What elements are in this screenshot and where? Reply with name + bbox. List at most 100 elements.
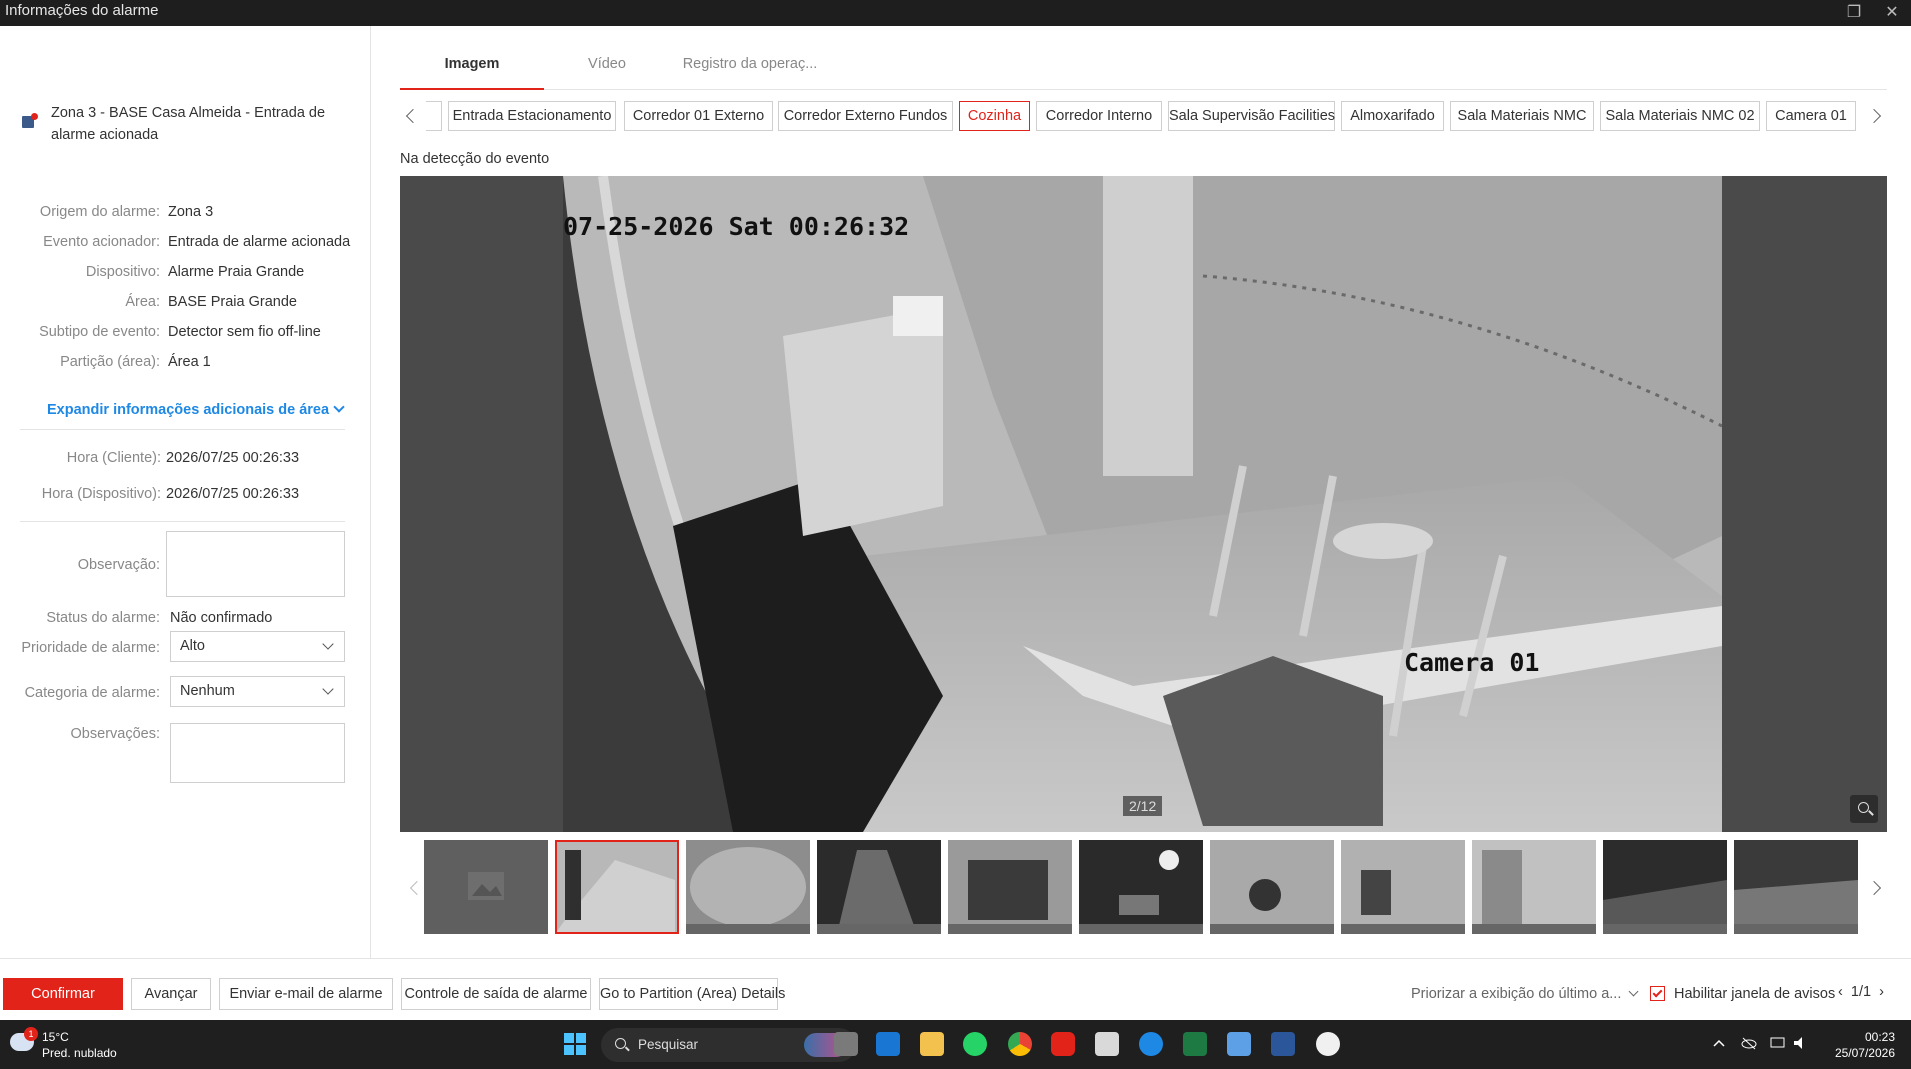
- camera-tab[interactable]: Almoxarifado: [1341, 101, 1444, 131]
- notepad-icon[interactable]: [1227, 1032, 1251, 1056]
- word-icon[interactable]: [1271, 1032, 1295, 1056]
- confirm-button[interactable]: Confirmar: [3, 978, 123, 1010]
- observacao-field[interactable]: [166, 531, 345, 597]
- divider: [20, 521, 345, 522]
- detail-row-evento: Evento acionador: Entrada de alarme acio…: [0, 231, 371, 253]
- enable-window-label: Habilitar janela de avisos: [1674, 986, 1836, 1002]
- image-counter: 2/12: [1123, 796, 1163, 816]
- chevron-up-icon[interactable]: [1711, 1036, 1727, 1050]
- observacao-label: Observação:: [77, 557, 160, 573]
- outlook-icon[interactable]: [876, 1032, 900, 1056]
- excel-icon[interactable]: [1183, 1032, 1207, 1056]
- chevron-right-icon: [1866, 880, 1882, 896]
- system-clock[interactable]: 00:23 25/07/2026: [1825, 1029, 1895, 1061]
- camera-tab-partial[interactable]: [426, 101, 442, 131]
- b-app-icon[interactable]: [1316, 1032, 1340, 1056]
- close-icon[interactable]: ✕: [1880, 2, 1904, 24]
- pager-next-icon[interactable]: ›: [1879, 984, 1884, 1000]
- task-view-icon[interactable]: [834, 1032, 858, 1056]
- camera-tab[interactable]: Corredor Interno: [1036, 101, 1162, 131]
- partition-details-button[interactable]: Go to Partition (Area) Details: [599, 978, 785, 1010]
- camera-tab[interactable]: Sala Supervisão Facilities: [1168, 101, 1335, 131]
- tab-imagem[interactable]: Imagem: [400, 56, 544, 72]
- camera-next-button[interactable]: [1866, 101, 1887, 131]
- chrome-icon[interactable]: [1008, 1032, 1032, 1056]
- enable-window-checkbox[interactable]: [1650, 986, 1665, 1001]
- kitchen-scene: [563, 176, 1722, 832]
- tab-registro[interactable]: Registro da operaç...: [680, 56, 820, 72]
- detail-value: Detector sem fio off-line: [168, 324, 321, 340]
- chevron-down-icon: [322, 683, 334, 695]
- send-email-button[interactable]: Enviar e-mail de alarme: [219, 978, 393, 1010]
- weather-widget[interactable]: 1 15°C Pred. nublado: [10, 1027, 160, 1063]
- camera-prev-button[interactable]: [400, 101, 421, 131]
- thumbnail[interactable]: [817, 840, 941, 934]
- osd-camera-name: Camera 01: [1404, 648, 1540, 677]
- camera-tab[interactable]: Camera 01: [1766, 101, 1856, 131]
- camera-snapshot: 07-25-2026 Sat 00:26:32 Camera 01: [563, 176, 1722, 832]
- thumb-prev-button[interactable]: [404, 873, 425, 903]
- taskbar-search[interactable]: Pesquisar: [601, 1028, 856, 1062]
- thumbnail[interactable]: [1734, 840, 1858, 934]
- file-explorer-icon[interactable]: [920, 1032, 944, 1056]
- thumbnail[interactable]: [948, 840, 1072, 934]
- app-settings-icon[interactable]: [1139, 1032, 1163, 1056]
- priority-label: Prioridade de alarme:: [21, 640, 160, 656]
- volume-icon[interactable]: [1792, 1036, 1808, 1050]
- weather-desc: Pred. nublado: [42, 1046, 117, 1060]
- camera-tab[interactable]: Sala Materiais NMC: [1450, 101, 1594, 131]
- cloud-off-icon[interactable]: [1741, 1036, 1757, 1050]
- thumbnail-selected[interactable]: [555, 840, 679, 934]
- category-select[interactable]: Nenhum: [170, 676, 345, 707]
- detail-label: Origem do alarme:: [39, 204, 160, 220]
- thumbnail-placeholder[interactable]: [424, 840, 548, 934]
- time-value: 2026/07/25 00:26:33: [166, 450, 300, 466]
- start-menu-icon[interactable]: [563, 1032, 587, 1056]
- advance-button[interactable]: Avançar: [131, 978, 211, 1010]
- thumbnail[interactable]: [1472, 840, 1596, 934]
- alarm-output-control-button[interactable]: Controle de saída de alarme: [401, 978, 591, 1010]
- pager-prev-icon[interactable]: ‹: [1838, 984, 1843, 1000]
- chevron-down-icon: [322, 638, 334, 650]
- thumbnail[interactable]: [1603, 840, 1727, 934]
- status-value: Não confirmado: [170, 610, 273, 626]
- thumbnail[interactable]: [686, 840, 810, 934]
- detail-row-dispositivo: Dispositivo: Alarme Praia Grande: [0, 261, 371, 283]
- camera-tab[interactable]: Corredor 01 Externo: [624, 101, 773, 131]
- status-label: Status do alarme:: [46, 610, 160, 626]
- hikcentral-icon[interactable]: [1051, 1032, 1075, 1056]
- detail-label: Dispositivo:: [85, 264, 160, 280]
- search-placeholder: Pesquisar: [638, 1037, 699, 1052]
- detail-label: Evento acionador:: [43, 234, 160, 250]
- camera-tab[interactable]: Entrada Estacionamento: [448, 101, 616, 131]
- chevron-left-icon: [409, 880, 425, 896]
- priority-display-select[interactable]: Priorizar a exibição do último a...: [1411, 986, 1639, 1002]
- expand-area-info-link[interactable]: Expandir informações adicionais de área: [47, 401, 345, 418]
- thumb-next-button[interactable]: [1866, 873, 1887, 903]
- camera-tab[interactable]: Corredor Externo Fundos: [778, 101, 953, 131]
- image-viewer[interactable]: 07-25-2026 Sat 00:26:32 Camera 01 2/12: [400, 176, 1887, 832]
- network-icon[interactable]: [1770, 1036, 1786, 1050]
- thumbnail[interactable]: [1079, 840, 1203, 934]
- zoom-button[interactable]: [1850, 795, 1878, 823]
- thumbnail[interactable]: [1210, 840, 1334, 934]
- checkmark-icon: [1652, 987, 1663, 998]
- clock-time: 00:23: [1864, 1030, 1895, 1044]
- notes-field[interactable]: [170, 723, 345, 783]
- image-placeholder-icon: [468, 872, 504, 900]
- whatsapp-icon[interactable]: [963, 1032, 987, 1056]
- time-label: Hora (Cliente):: [66, 450, 161, 466]
- alarm-heading-text: Zona 3 - BASE Casa Almeida - Entrada de …: [51, 105, 326, 143]
- detail-value: BASE Praia Grande: [168, 294, 297, 310]
- snipping-tool-icon[interactable]: [1095, 1032, 1119, 1056]
- camera-tab-selected[interactable]: Cozinha: [959, 101, 1030, 131]
- camera-tab[interactable]: Sala Materiais NMC 02: [1600, 101, 1760, 131]
- chevron-down-icon: [333, 401, 345, 413]
- tab-video[interactable]: Vídeo: [572, 56, 642, 72]
- priority-select[interactable]: Alto: [170, 631, 345, 662]
- restore-icon[interactable]: ❐: [1842, 2, 1866, 24]
- status-row: Status do alarme: Não confirmado: [0, 607, 371, 629]
- action-bar: Confirmar Avançar Enviar e-mail de alarm…: [0, 958, 1911, 1020]
- thumbnail[interactable]: [1341, 840, 1465, 934]
- detail-row-particao: Partição (área): Área 1: [0, 351, 371, 373]
